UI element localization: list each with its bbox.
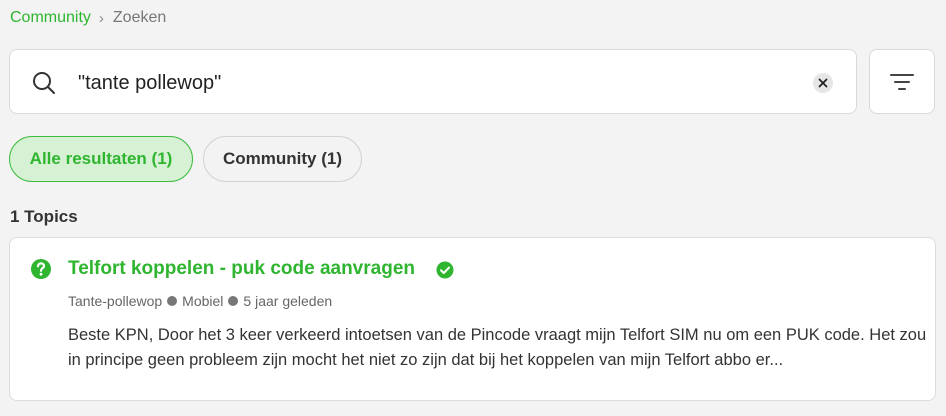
filter-icon [890,73,914,90]
topic-meta: Tante-pollewop Mobiel 5 jaar geleden [68,293,332,309]
clear-search-button[interactable] [813,73,833,93]
search-box [9,49,857,114]
breadcrumb: Community › Zoeken [10,9,166,27]
breadcrumb-separator: › [98,9,104,27]
meta-dot [228,296,239,306]
result-card: Telfort koppelen - puk code aanvragen Ta… [9,237,936,401]
topic-title-link[interactable]: Telfort koppelen - puk code aanvragen [68,258,415,280]
breadcrumb-community-link[interactable]: Community [10,9,91,27]
results-count: 1 Topics [10,207,78,226]
breadcrumb-current: Zoeken [112,9,167,26]
filter-button[interactable] [869,49,935,114]
search-input[interactable] [78,70,778,96]
tab-all-results[interactable]: Alle resultaten (1) [9,136,193,182]
check-circle-icon [436,261,454,279]
question-icon [31,259,51,279]
topic-excerpt: Beste KPN, Door het 3 keer verkeerd into… [68,326,927,369]
topic-time: 5 jaar geleden [243,293,333,309]
topic-author-link[interactable]: Tante-pollewop [68,293,162,309]
tab-community[interactable]: Community (1) [203,136,362,182]
close-icon [818,78,828,88]
search-icon [33,72,55,94]
meta-dot [167,296,178,306]
topic-category-link[interactable]: Mobiel [182,293,223,309]
